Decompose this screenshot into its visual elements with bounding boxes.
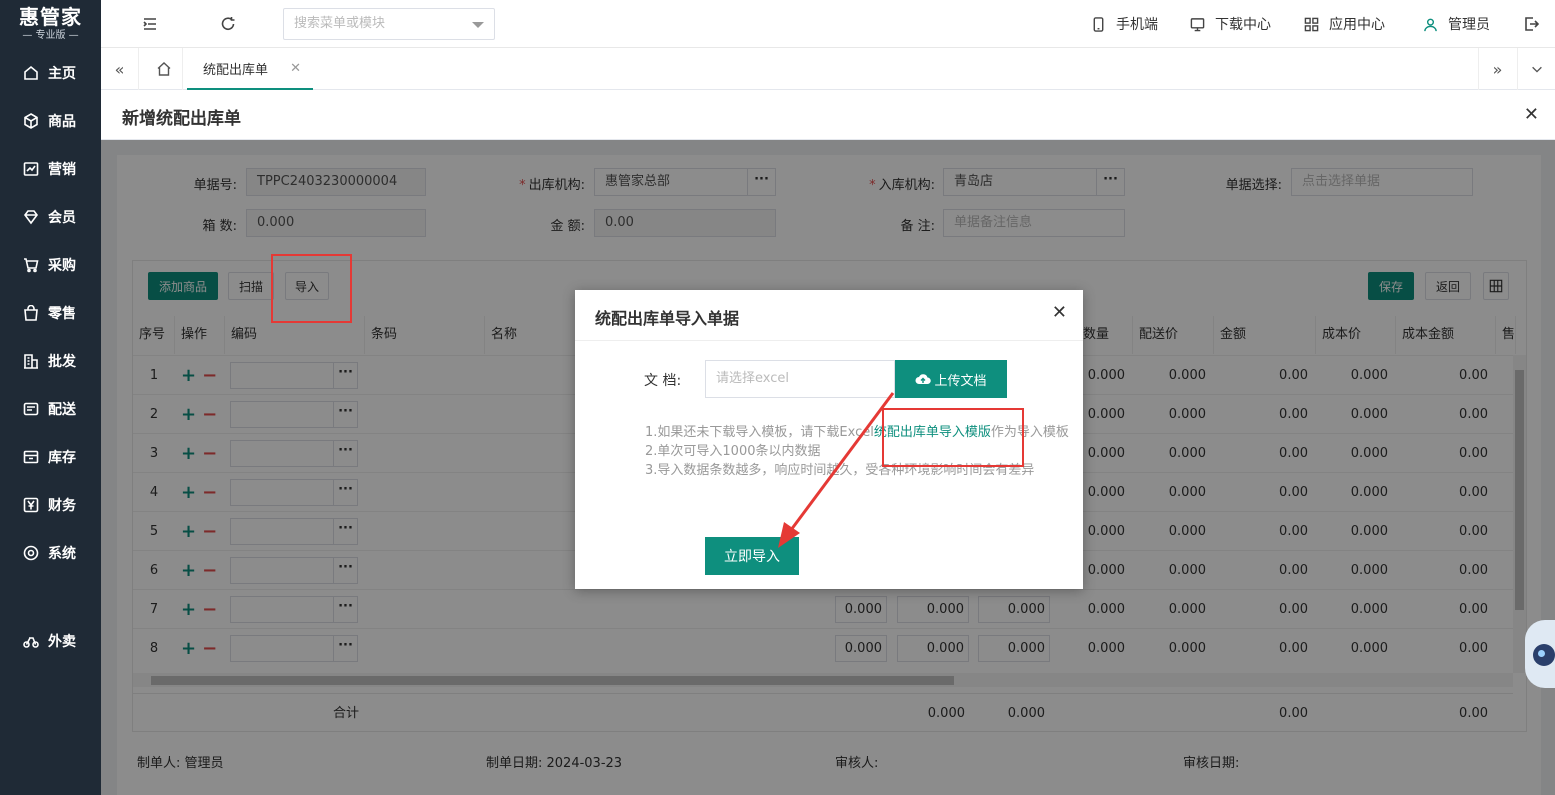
scroll-left-icon[interactable]: « — [101, 48, 139, 90]
brand-name: 惠管家 — [19, 5, 82, 29]
menu-toggle-icon[interactable] — [140, 14, 160, 34]
sidebar-item-label: 系统 — [48, 546, 76, 562]
cube-icon — [22, 112, 40, 130]
home-icon — [22, 64, 40, 82]
sidebar-item-label: 商品 — [48, 114, 76, 130]
close-icon[interactable]: ✕ — [1052, 302, 1067, 323]
highlight-box — [882, 408, 1024, 467]
sidebar-item-label: 采购 — [48, 258, 76, 274]
sidebar-item-label: 营销 — [48, 162, 76, 178]
cloud-upload-icon — [915, 374, 932, 384]
sidebar-item-label: 外卖 — [48, 634, 76, 650]
sidebar-item-delivery[interactable]: 配送 — [0, 391, 101, 427]
sidebar-item-finance[interactable]: 财务 — [0, 487, 101, 523]
yen-icon — [22, 496, 40, 514]
sidebar-item-label: 零售 — [48, 306, 76, 322]
close-icon[interactable]: ✕ — [1524, 104, 1539, 125]
sidebar-item-retail[interactable]: 零售 — [0, 295, 101, 331]
sidebar-item-wholesale[interactable]: 批发 — [0, 343, 101, 379]
sidebar-item-takeout[interactable]: 外卖 — [0, 623, 101, 659]
mobile-link[interactable]: 手机端 — [1091, 14, 1158, 34]
user-name: 管理员 — [1448, 17, 1490, 33]
sidebar-item-marketing[interactable]: 营销 — [0, 151, 101, 187]
upload-button[interactable]: 上传文档 — [895, 360, 1007, 398]
top-header: 搜索菜单或模块 手机端 下载中心 应用中心 管理员 — [101, 0, 1555, 48]
mobile-label: 手机端 — [1116, 17, 1158, 33]
sidebar: 惠管家 — 专业版 — 主页 商品 营销 会员 采购 零售 批发 配送 库存 财… — [0, 0, 101, 795]
doc-label: 文 档: — [644, 373, 682, 389]
download-center-link[interactable]: 下载中心 — [1190, 14, 1271, 34]
bike-icon — [22, 632, 40, 650]
cart-icon — [22, 256, 40, 274]
bag-icon — [22, 304, 40, 322]
sidebar-item-label: 配送 — [48, 402, 76, 418]
sidebar-item-inventory[interactable]: 库存 — [0, 439, 101, 475]
divider — [575, 340, 1083, 341]
tab-label: 统配出库单 — [203, 62, 269, 78]
home-tab-icon[interactable] — [145, 48, 183, 90]
refresh-icon[interactable] — [218, 14, 238, 34]
monitor-icon — [1190, 17, 1205, 31]
chevron-down-icon — [472, 22, 484, 28]
diamond-icon — [22, 208, 40, 226]
import-now-button[interactable]: 立即导入 — [705, 537, 799, 575]
page-title: 新增统配出库单 — [122, 109, 241, 129]
excel-file-input[interactable]: 请选择excel — [705, 360, 895, 398]
scroll-right-icon[interactable]: » — [1478, 48, 1516, 90]
tab-outbound-order[interactable]: 统配出库单 ✕ — [187, 48, 313, 90]
sidebar-item-home[interactable]: 主页 — [0, 55, 101, 91]
dialog-title: 统配出库单导入单据 — [595, 309, 740, 328]
user-menu[interactable]: 管理员 — [1423, 14, 1490, 34]
sidebar-item-label: 主页 — [48, 66, 76, 82]
sidebar-item-label: 财务 — [48, 498, 76, 514]
sidebar-item-system[interactable]: 系统 — [0, 535, 101, 571]
building-icon — [22, 352, 40, 370]
assistant-avatar[interactable] — [1525, 620, 1555, 688]
highlight-box — [271, 254, 352, 323]
page-header: 新增统配出库单 ✕ — [101, 90, 1555, 140]
grid-icon — [1304, 17, 1319, 31]
inbox-icon — [22, 448, 40, 466]
sidebar-item-label: 库存 — [48, 450, 76, 466]
search-placeholder: 搜索菜单或模块 — [294, 16, 386, 31]
phone-icon — [1093, 16, 1104, 32]
chart-icon — [22, 160, 40, 178]
app-center-link[interactable]: 应用中心 — [1304, 14, 1385, 34]
close-icon[interactable]: ✕ — [290, 61, 301, 76]
sidebar-item-members[interactable]: 会员 — [0, 199, 101, 235]
logout-icon[interactable] — [1521, 14, 1541, 34]
download-center-label: 下载中心 — [1215, 17, 1271, 33]
chevron-down-icon[interactable] — [1517, 48, 1555, 90]
sidebar-item-label: 批发 — [48, 354, 76, 370]
tabs-bar: « 统配出库单 ✕ » — [101, 48, 1555, 90]
search-input[interactable]: 搜索菜单或模块 — [283, 8, 495, 40]
logo: 惠管家 — 专业版 — — [0, 0, 101, 48]
sidebar-item-goods[interactable]: 商品 — [0, 103, 101, 139]
app-center-label: 应用中心 — [1329, 17, 1385, 33]
sidebar-item-purchase[interactable]: 采购 — [0, 247, 101, 283]
user-icon — [1424, 18, 1437, 31]
gear-icon — [22, 544, 40, 562]
sidebar-item-label: 会员 — [48, 210, 76, 226]
truck-icon — [22, 400, 40, 418]
edition-label: — 专业版 — — [22, 30, 79, 41]
upload-label: 上传文档 — [934, 373, 987, 389]
